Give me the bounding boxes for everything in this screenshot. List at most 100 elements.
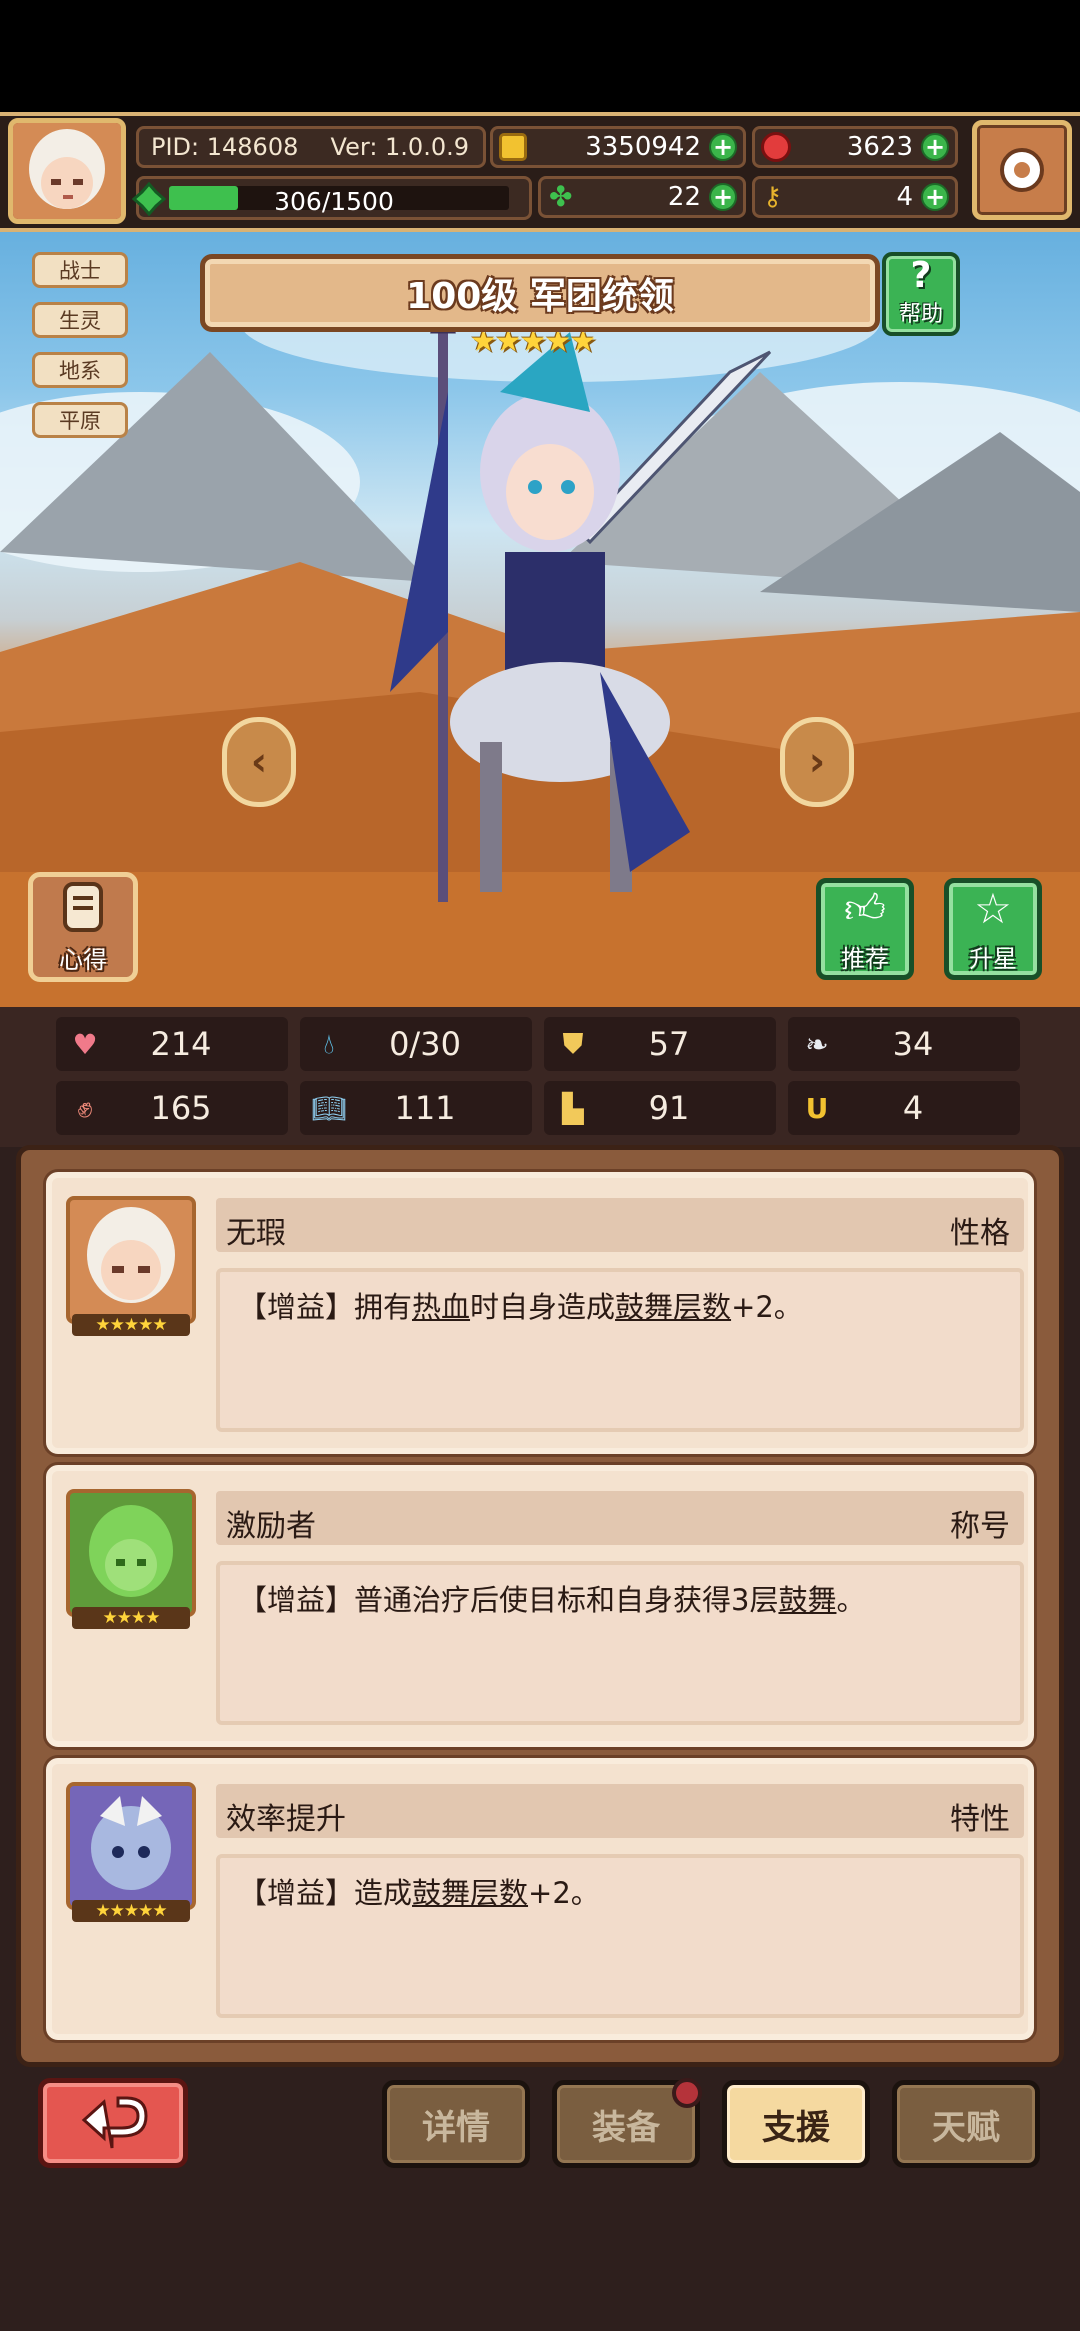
gold-coin-icon <box>499 133 527 161</box>
clover-value: 22 <box>667 182 701 212</box>
next-hero-button[interactable]: › <box>780 717 854 807</box>
card-2-type: 称号 <box>950 1509 1010 1544</box>
card-2-name: 激励者 <box>226 1509 316 1544</box>
tab-details[interactable]: 详情 <box>382 2080 530 2168</box>
keyword-link[interactable]: 鼓舞层数 <box>615 1290 731 1324</box>
card-2-text-a: 【增益】普通治疗后使目标和自身获得3层 <box>238 1583 779 1617</box>
hero-scene: 战士 生灵 地系 平原 ★★★★★ ‹ › 心得 👍︎ 推荐 ☆ 升星 <box>0 232 1080 1007</box>
stat-mana-value: 0/30 <box>389 1025 461 1063</box>
chevron-right-icon: › <box>808 739 826 785</box>
card-1-description: 【增益】拥有热血时自身造成鼓舞层数+2。 <box>238 1284 803 1326</box>
tab-talent[interactable]: 天赋 <box>892 2080 1040 2168</box>
card-portrait-1 <box>66 1196 196 1324</box>
gem-counter: 3623 + <box>752 126 958 168</box>
player-info-pill: PID: 148608 Ver: 1.0.0.9 <box>136 126 486 168</box>
stat-evasion: ❧ 34 <box>788 1017 1020 1071</box>
notes-button[interactable]: 心得 <box>28 872 138 982</box>
pid-text: PID: 148608 <box>151 133 299 161</box>
energy-value: 306/1500 <box>274 187 394 216</box>
blue-creature-portrait-icon <box>91 1796 171 1890</box>
card-3-text-a: 【增益】造成 <box>238 1876 413 1910</box>
question-icon: ? <box>910 255 932 296</box>
clover-icon: ✤ <box>549 180 573 213</box>
book-icon: 📖︎ <box>311 1091 347 1125</box>
recommend-label: 推荐 <box>841 944 889 973</box>
star-up-label: 升星 <box>969 945 1017 973</box>
help-label: 帮助 <box>898 301 943 327</box>
status-bar-area <box>0 0 1080 112</box>
boot-icon: ▙ <box>562 1091 584 1125</box>
card-3-text-b: +2。 <box>528 1876 600 1910</box>
card-3-stars: ★★★★★ <box>72 1900 190 1922</box>
player-avatar[interactable] <box>8 118 126 224</box>
gem-value: 3623 <box>846 132 913 162</box>
add-clover-button[interactable]: + <box>709 183 737 211</box>
wing-icon: ❧ <box>805 1027 829 1061</box>
water-drop-icon: 💧︎ <box>323 1027 335 1060</box>
star-up-button[interactable]: ☆ 升星 <box>944 878 1042 980</box>
card-1-type: 性格 <box>950 1216 1010 1251</box>
card-1-text-c: +2。 <box>731 1290 803 1324</box>
key-icon: ⚷ <box>763 182 783 212</box>
star-icon: ☆ <box>974 884 1012 933</box>
tag-warrior: 战士 <box>32 252 128 288</box>
support-card-1[interactable]: ★★★★★ 无瑕 性格 【增益】拥有热血时自身造成鼓舞层数+2。 <box>46 1172 1034 1454</box>
support-card-2[interactable]: ★★★★ 激励者 称号 【增益】普通治疗后使目标和自身获得3层鼓舞。 <box>46 1465 1034 1747</box>
stat-speed-value: 91 <box>648 1089 690 1127</box>
scroll-icon <box>63 881 103 932</box>
keyword-link[interactable]: 鼓舞层数 <box>412 1876 528 1910</box>
red-gem-icon <box>761 132 791 162</box>
add-key-button[interactable]: + <box>921 183 949 211</box>
keyword-link[interactable]: 热血 <box>412 1290 470 1324</box>
stat-hp: ♥ 214 <box>56 1017 288 1071</box>
card-3-description: 【增益】造成鼓舞层数+2。 <box>238 1870 600 1912</box>
stat-defense-value: 57 <box>648 1025 690 1063</box>
stat-move-value: 4 <box>902 1089 924 1127</box>
card-2-body: 【增益】普通治疗后使目标和自身获得3层鼓舞。 <box>216 1561 1024 1725</box>
stat-attack: ✊︎ 165 <box>56 1081 288 1135</box>
gold-value: 3350942 <box>585 132 701 162</box>
card-1-text-b: 时自身造成 <box>470 1290 616 1324</box>
stat-magic: 📖︎ 111 <box>300 1081 532 1135</box>
recommend-button[interactable]: 👍︎ 推荐 <box>816 878 914 980</box>
card-1-header: 无瑕 性格 <box>216 1198 1024 1252</box>
card-portrait-2 <box>66 1489 196 1617</box>
key-counter: ⚷ 4 + <box>752 176 958 218</box>
stat-move: U 4 <box>788 1081 1020 1135</box>
stat-hp-value: 214 <box>150 1025 212 1063</box>
tag-plains: 平原 <box>32 402 128 438</box>
version-text: Ver: 1.0.0.9 <box>330 133 469 161</box>
hero-title: 100级 军团统领 <box>406 276 674 317</box>
add-gem-button[interactable]: + <box>921 133 949 161</box>
key-value: 4 <box>896 182 913 212</box>
back-button[interactable] <box>38 2078 188 2168</box>
heart-icon: ♥ <box>72 1027 98 1061</box>
card-1-name: 无瑕 <box>226 1216 286 1251</box>
card-1-stars: ★★★★★ <box>72 1314 190 1336</box>
support-card-3[interactable]: ★★★★★ 效率提升 特性 【增益】造成鼓舞层数+2。 <box>46 1758 1034 2040</box>
clover-counter: ✤ 22 + <box>538 176 746 218</box>
shield-icon: ⛊ <box>562 1027 584 1060</box>
card-3-header: 效率提升 特性 <box>216 1784 1024 1838</box>
green-slime-girl-portrait-icon <box>89 1505 173 1597</box>
card-2-description: 【增益】普通治疗后使目标和自身获得3层鼓舞。 <box>238 1577 865 1619</box>
tag-earth: 地系 <box>32 352 128 388</box>
prev-hero-button[interactable]: ‹ <box>222 717 296 807</box>
notes-label: 心得 <box>59 945 107 974</box>
energy-bar: 306/1500 <box>136 176 532 220</box>
gold-counter: 3350942 + <box>490 126 746 168</box>
keyword-link[interactable]: 鼓舞 <box>778 1583 836 1617</box>
return-arrow-icon <box>81 2096 148 2149</box>
add-gold-button[interactable]: + <box>709 133 737 161</box>
thumbs-up-icon: 👍︎ <box>844 885 886 932</box>
tab-support[interactable]: 支援 <box>722 2080 870 2168</box>
stat-defense: ⛊ 57 <box>544 1017 776 1071</box>
card-3-body: 【增益】造成鼓舞层数+2。 <box>216 1854 1024 2018</box>
help-button[interactable]: ? 帮助 <box>882 252 960 336</box>
stat-evasion-value: 34 <box>892 1025 934 1063</box>
settings-button[interactable] <box>972 120 1072 220</box>
stat-speed: ▙ 91 <box>544 1081 776 1135</box>
stats-panel: ♥ 214 💧︎ 0/30 ⛊ 57 ❧ 34 ✊︎ 165 📖︎ 111 ▙ … <box>0 1007 1080 1147</box>
card-1-text-a: 【增益】拥有 <box>238 1290 413 1324</box>
fist-icon: ✊︎ <box>77 1091 93 1124</box>
